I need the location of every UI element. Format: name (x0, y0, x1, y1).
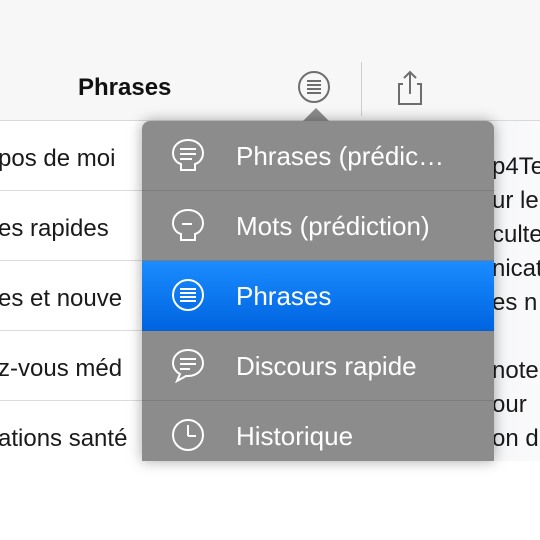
list-item-label: z-vous méd (0, 355, 123, 382)
toolbar-divider (361, 62, 362, 116)
list-item-label: pos de moi (0, 145, 116, 172)
detail-text: note (492, 357, 539, 384)
circle-lines-icon (172, 279, 204, 311)
detail-text: p4Te (492, 153, 540, 180)
page-title: Phrases (78, 74, 172, 101)
detail-text: nicat (492, 255, 540, 282)
speech-bubble-lines-icon (171, 138, 205, 171)
detail-text: ur le (492, 187, 539, 214)
detail-text: on d (492, 425, 539, 452)
menu-item-phrases-prediction[interactable]: Phrases (prédic… (142, 121, 494, 191)
menu-item-history[interactable]: Historique (142, 401, 494, 461)
share-button[interactable] (392, 68, 428, 108)
mode-popover-menu: Phrases (prédic… Mots (prédiction) Phras… (142, 121, 494, 461)
detail-text: es n (492, 289, 538, 316)
speech-bubble-dash-icon (171, 208, 205, 241)
menu-item-quick-speech[interactable]: Discours rapide (142, 331, 494, 401)
chat-bubble-icon (171, 348, 205, 383)
menu-item-phrases[interactable]: Phrases (142, 261, 494, 331)
clock-icon (172, 419, 204, 451)
menu-item-label: Phrases (236, 281, 332, 311)
detail-text: culte (492, 221, 540, 248)
menu-item-label: Phrases (prédic… (236, 141, 445, 171)
list-menu-button[interactable] (296, 70, 332, 104)
list-lines-icon (298, 71, 330, 103)
list-item-label: es et nouve (0, 285, 123, 312)
navigation-bar: Phrases (0, 0, 540, 121)
list-item-label: ations santé (0, 425, 128, 452)
menu-item-label: Discours rapide (236, 351, 417, 381)
list-item-label: es rapides (0, 215, 109, 242)
bottom-area (0, 461, 540, 540)
menu-item-label: Mots (prédiction) (236, 211, 430, 241)
share-icon (398, 70, 422, 105)
menu-item-words-prediction[interactable]: Mots (prédiction) (142, 191, 494, 261)
popover-arrow (302, 108, 330, 122)
detail-text: our (492, 391, 527, 418)
menu-item-label: Historique (236, 421, 354, 451)
